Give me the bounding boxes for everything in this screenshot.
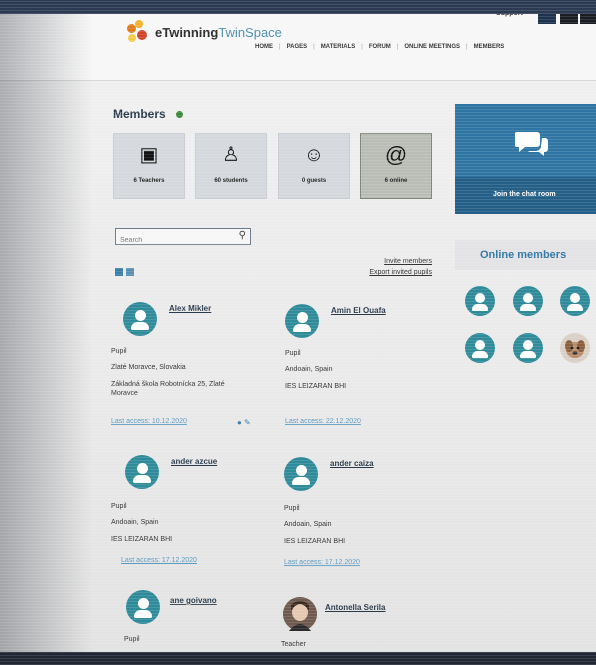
etwinning-logo[interactable]: eTwinning TwinSpace: [125, 20, 282, 44]
view-toggle: [115, 268, 134, 276]
online-members-header: Online members: [455, 240, 596, 270]
member-role: Pupil: [284, 505, 300, 512]
member-last-access: Last access: 17.12.2020: [284, 559, 360, 566]
member-avatar[interactable]: [284, 457, 318, 491]
member-card: ander caiza Pupil Andoain, Spain IES LEI…: [284, 457, 444, 572]
nav-separator: |: [361, 44, 363, 50]
screen-vignette: [0, 0, 92, 665]
member-card: ander azcue Pupil Andoain, Spain IES LEI…: [111, 455, 285, 570]
member-school: IES LEIZARAN BHI: [285, 383, 347, 390]
member-location: Andoain, Spain: [284, 521, 332, 528]
member-name[interactable]: Alex Mikler: [169, 304, 211, 313]
member-avatar[interactable]: [126, 590, 160, 624]
member-actions: Invite members Export invited pupils: [330, 258, 432, 280]
member-name[interactable]: Amin El Ouafa: [331, 306, 386, 315]
stat-guests-label: 0 guests: [301, 178, 327, 184]
member-photo-avatar[interactable]: [283, 597, 317, 631]
export-pupils-link[interactable]: Export invited pupils: [330, 269, 432, 276]
stat-teachers-label: 6 Teachers: [133, 178, 165, 184]
page-title: Members: [113, 107, 166, 121]
stat-online[interactable]: @ 6 online: [360, 133, 432, 199]
member-avatar[interactable]: [125, 455, 159, 489]
member-location: Andoain, Spain: [285, 366, 333, 373]
online-member-avatar[interactable]: [560, 286, 590, 316]
nav-item-home[interactable]: HOME: [255, 44, 273, 50]
online-member-avatar[interactable]: [465, 286, 495, 316]
member-role: Teacher: [281, 641, 306, 648]
etwinning-logo-icon: [125, 20, 151, 44]
member-avatar[interactable]: [123, 302, 157, 336]
online-member-avatar[interactable]: [465, 333, 495, 363]
nav-item-materials[interactable]: MATERIALS: [321, 44, 356, 50]
member-name[interactable]: ander caiza: [330, 459, 374, 468]
search-icon[interactable]: ⚲: [239, 230, 246, 241]
member-last-access: Last access: 17.12.2020: [121, 557, 197, 564]
stat-guests[interactable]: ☺ 0 guests: [278, 133, 350, 199]
member-role: Pupil: [124, 636, 140, 643]
main-nav: HOME | PAGES | MATERIALS | FORUM | ONLIN…: [255, 44, 504, 50]
stat-online-label: 6 online: [384, 178, 408, 184]
teacher-icon: ▣: [139, 144, 159, 166]
member-name[interactable]: ane goivano: [170, 596, 217, 605]
online-status-dot: [176, 111, 183, 118]
grid-view-icon[interactable]: [115, 268, 123, 276]
online-member-photo-avatar[interactable]: [560, 333, 590, 363]
nav-item-pages[interactable]: PAGES: [287, 44, 308, 50]
online-members-title: Online members: [480, 249, 567, 261]
guest-icon: ☺: [303, 144, 325, 166]
member-card: ane goivano Pupil: [124, 590, 286, 650]
logo-text-sub: TwinSpace: [218, 24, 282, 40]
member-last-access: Last access: 22.12.2020: [285, 418, 361, 425]
list-view-icon[interactable]: [126, 268, 134, 276]
nav-separator: |: [466, 44, 468, 50]
member-school: Základná škola Robotnícka 25, Zlaté Mora…: [111, 381, 225, 397]
nav-item-forum[interactable]: FORUM: [369, 44, 391, 50]
edit-icon[interactable]: ● ✎: [237, 418, 251, 427]
member-school: IES LEIZARAN BHI: [284, 538, 346, 545]
chat-room-panel[interactable]: Join the chat room: [455, 104, 596, 214]
member-name[interactable]: Antonella Serila: [325, 603, 385, 612]
chat-bubble-icon: [514, 130, 549, 165]
screen: eTwinning TwinSpace Support HOME | PAGES…: [0, 0, 596, 665]
online-member-avatar[interactable]: [513, 333, 543, 363]
member-location: Andoain, Spain: [111, 519, 159, 526]
online-member-avatar[interactable]: [513, 286, 543, 316]
student-icon: ♙: [222, 144, 240, 166]
logo-text-main: eTwinning: [155, 24, 219, 40]
nav-item-online-meetings[interactable]: ONLINE MEETINGS: [404, 44, 460, 50]
member-role: Pupil: [111, 503, 127, 510]
join-chat-button[interactable]: Join the chat room: [455, 177, 596, 214]
stat-teachers[interactable]: ▣ 6 Teachers: [113, 133, 185, 199]
taskbar: [0, 652, 596, 665]
member-card: Alex Mikler Pupil Zlaté Moravce, Slovaki…: [111, 302, 283, 432]
member-card: Amin El Ouafa Pupil Andoain, Spain IES L…: [285, 304, 445, 434]
nav-separator: |: [313, 44, 315, 50]
at-icon: @: [384, 142, 408, 167]
invite-members-link[interactable]: Invite members: [330, 258, 432, 265]
member-role: Pupil: [111, 348, 127, 355]
member-role: Pupil: [285, 350, 301, 357]
search-input[interactable]: [116, 234, 234, 247]
browser-tab-strip: [0, 0, 596, 14]
nav-separator: |: [279, 44, 281, 50]
nav-item-members[interactable]: MEMBERS: [474, 44, 505, 50]
stat-students-label: 60 students: [214, 178, 248, 184]
nav-separator: |: [396, 44, 399, 50]
member-last-access: Last access: 10.12.2020: [111, 418, 187, 425]
member-card: Antonella Serila Teacher: [281, 597, 443, 653]
join-chat-label: Join the chat room: [493, 191, 556, 198]
member-location: Zlaté Moravce, Slovakia: [111, 364, 186, 371]
member-name[interactable]: ander azcue: [171, 457, 217, 466]
stat-students[interactable]: ♙ 60 students: [195, 133, 267, 199]
search-box: ⚲: [115, 228, 251, 247]
member-avatar[interactable]: [285, 304, 319, 338]
member-school: IES LEIZARAN BHI: [111, 536, 173, 543]
